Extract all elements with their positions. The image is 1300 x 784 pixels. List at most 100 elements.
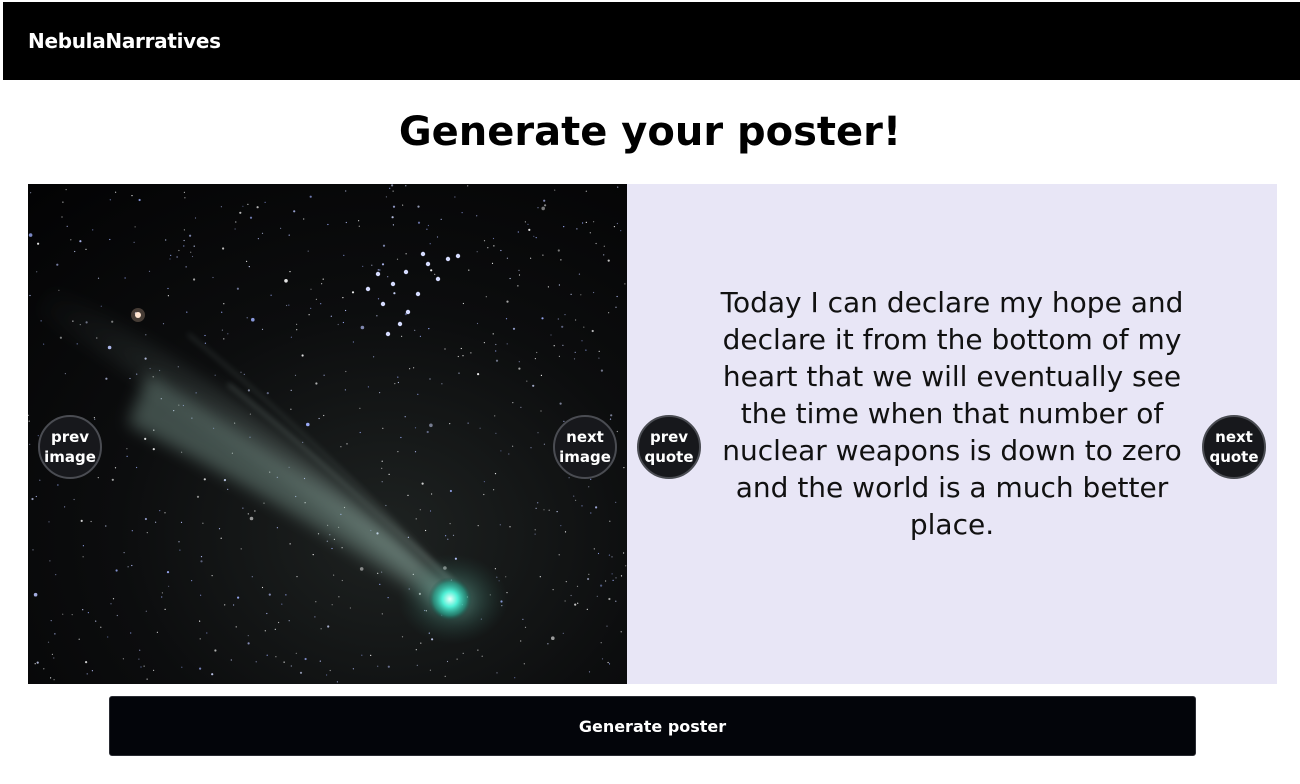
star [155, 521, 157, 523]
star [345, 190, 347, 192]
star [404, 416, 406, 418]
star [162, 323, 165, 325]
star [168, 585, 170, 587]
star [235, 221, 237, 223]
star [578, 273, 581, 275]
next-quote-button[interactable]: next quote [1202, 415, 1266, 479]
star [351, 291, 355, 294]
star [167, 295, 169, 297]
star [553, 345, 555, 347]
star [587, 577, 590, 581]
star [169, 258, 171, 260]
star [543, 199, 546, 202]
star [417, 221, 421, 224]
star [220, 537, 222, 539]
star [429, 378, 431, 380]
star [381, 263, 385, 266]
star [138, 658, 140, 660]
star [491, 262, 494, 264]
star [562, 632, 564, 634]
star [573, 358, 576, 360]
star [344, 389, 346, 391]
next-image-button[interactable]: next image [553, 415, 617, 479]
star [415, 518, 417, 520]
next-quote-label: next quote [1209, 428, 1259, 466]
star [31, 497, 34, 501]
star [167, 287, 169, 290]
star [82, 545, 84, 547]
star [39, 479, 41, 481]
prev-quote-button[interactable]: prev quote [637, 415, 701, 479]
prev-image-button[interactable]: prev image [38, 415, 102, 479]
star [495, 343, 497, 346]
star [133, 241, 135, 243]
star [296, 329, 298, 331]
star [146, 678, 148, 680]
star [105, 525, 107, 527]
star [51, 653, 53, 655]
star [131, 564, 133, 567]
star [358, 225, 360, 227]
page-title: Generate your poster! [398, 109, 902, 155]
star [319, 660, 321, 662]
star [61, 216, 63, 218]
star [420, 642, 422, 644]
star [576, 228, 578, 230]
star [211, 575, 213, 577]
star [315, 382, 318, 385]
star [421, 482, 424, 485]
star [382, 244, 386, 247]
star [543, 443, 546, 445]
star [401, 636, 404, 638]
star [454, 196, 456, 198]
star [512, 327, 516, 330]
star [457, 355, 459, 358]
star [288, 234, 290, 236]
star [221, 329, 223, 331]
star [243, 373, 245, 375]
star [79, 240, 82, 243]
star [317, 533, 320, 535]
star [358, 220, 360, 222]
star [87, 612, 89, 614]
star [462, 355, 464, 357]
star [122, 658, 124, 660]
star [266, 654, 268, 656]
star [506, 343, 508, 345]
star [598, 357, 600, 359]
star [303, 218, 305, 220]
star [534, 358, 536, 360]
star [193, 245, 195, 247]
star [100, 626, 102, 628]
star [452, 534, 455, 536]
star [528, 228, 531, 231]
star [362, 265, 364, 267]
star [595, 242, 597, 245]
star [514, 677, 516, 679]
star [237, 596, 240, 599]
star [574, 351, 576, 353]
star [500, 450, 502, 452]
star [517, 231, 519, 233]
star [304, 657, 307, 661]
star [152, 448, 155, 451]
star [140, 666, 142, 668]
star [144, 517, 147, 521]
star [600, 642, 602, 644]
star [413, 367, 415, 369]
cluster-star [405, 309, 411, 315]
star [588, 486, 590, 488]
generate-poster-button[interactable]: Generate poster [109, 696, 1196, 756]
star [86, 673, 88, 675]
star [256, 206, 259, 209]
star [321, 283, 323, 285]
star [537, 207, 539, 209]
star [616, 295, 618, 298]
star [477, 649, 479, 651]
star [495, 432, 497, 434]
star [65, 189, 67, 191]
star [615, 306, 617, 308]
star [33, 592, 38, 597]
star [76, 343, 78, 345]
brand-logo[interactable]: NebulaNarratives [28, 29, 221, 53]
